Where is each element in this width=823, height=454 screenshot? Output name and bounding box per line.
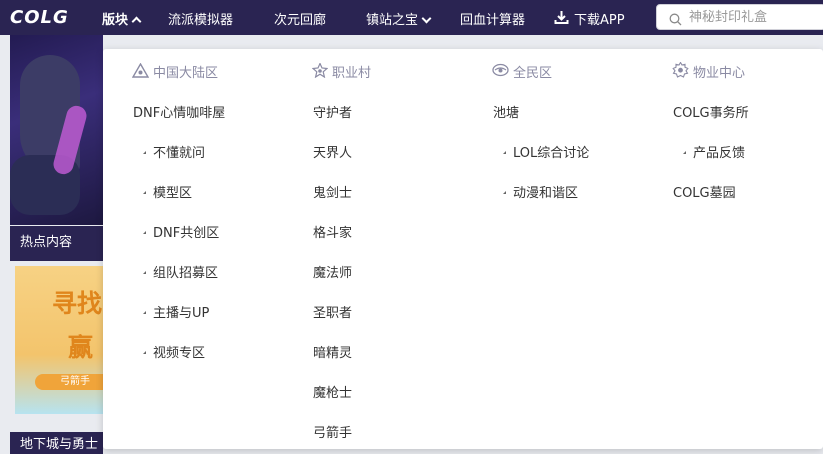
top-navigation-bar: COLG 版块 流派模拟器 次元回廊 镇站之宝 回血计算器 下载APP [0, 0, 823, 35]
menu-item-priest[interactable]: 圣职者 [313, 302, 352, 321]
menu-item-dark-elf[interactable]: 暗精灵 [313, 342, 352, 361]
menu-item-slayer[interactable]: 鬼剑士 [313, 182, 352, 201]
download-icon [554, 10, 569, 28]
chevron-up-icon [131, 16, 142, 27]
promo-text-1: 寻找 [52, 289, 103, 318]
nav-item-liupai[interactable]: 流派模拟器 [168, 9, 233, 28]
menu-item-lol[interactable]: LOL综合讨论 [502, 142, 589, 161]
column-header-public: 全民区 [492, 62, 552, 81]
menu-item-colg-cemetery[interactable]: COLG墓园 [673, 182, 736, 201]
promo-banner[interactable]: 寻找 赢 弓箭手 [15, 266, 103, 414]
menu-item-fighter[interactable]: 格斗家 [313, 222, 352, 241]
nav-label: 流派模拟器 [168, 13, 234, 28]
column-title: 物业中心 [693, 66, 746, 81]
promo-text-2: 赢 [68, 333, 94, 362]
triangle-icon [131, 62, 150, 82]
nav-label: 下载APP [574, 13, 625, 28]
menu-item-model[interactable]: 模型区 [142, 182, 192, 201]
menu-item-video[interactable]: 视频专区 [142, 342, 205, 361]
gear-icon [672, 61, 689, 82]
menu-item-pond[interactable]: 池塘 [493, 102, 519, 121]
hero-banner-image[interactable] [10, 35, 103, 225]
menu-item-mage[interactable]: 魔法师 [313, 262, 352, 281]
menu-item-celestial[interactable]: 天界人 [313, 142, 352, 161]
nav-item-download-app[interactable]: 下载APP [554, 9, 625, 28]
nav-label: 版块 [102, 13, 129, 28]
menu-item-colg-office[interactable]: COLG事务所 [673, 102, 749, 121]
nav-item-bankuai[interactable]: 版块 [102, 9, 142, 28]
menu-item-dnf-cocreate[interactable]: DNF共创区 [142, 222, 219, 241]
menu-item-archer[interactable]: 弓箭手 [313, 422, 352, 441]
nav-label: 回血计算器 [460, 13, 526, 28]
menu-item-anime[interactable]: 动漫和谐区 [502, 182, 578, 201]
star-icon [311, 61, 329, 82]
menu-item-lancer[interactable]: 魔枪士 [313, 382, 352, 401]
chevron-down-icon [421, 13, 432, 24]
column-header-mainland: 中国大陆区 [131, 62, 219, 82]
nav-item-zhenzhan[interactable]: 镇站之宝 [366, 9, 432, 28]
column-header-property: 物业中心 [672, 61, 746, 82]
menu-item-feedback[interactable]: 产品反馈 [682, 142, 745, 161]
section-header: 地下城与勇士 [10, 432, 103, 454]
menu-item-faq[interactable]: 不懂就问 [142, 142, 205, 161]
column-title: 职业村 [332, 66, 372, 81]
column-title: 中国大陆区 [153, 66, 219, 81]
menu-item-team-recruit[interactable]: 组队招募区 [142, 262, 218, 281]
column-title: 全民区 [513, 66, 553, 81]
search-input[interactable] [689, 8, 819, 26]
nav-item-ciyuan[interactable]: 次元回廊 [274, 9, 326, 28]
nav-item-huixue[interactable]: 回血计算器 [460, 9, 525, 28]
colg-logo[interactable]: COLG [10, 7, 69, 28]
menu-item-dnf-cafe[interactable]: DNF心情咖啡屋 [133, 102, 225, 121]
forum-dropdown-menu: 中国大陆区 DNF心情咖啡屋 不懂就问 模型区 DNF共创区 组队招募区 主播与… [103, 49, 823, 449]
column-header-class-village: 职业村 [311, 61, 372, 82]
search-box[interactable] [656, 4, 823, 30]
menu-item-guardian[interactable]: 守护者 [313, 102, 352, 121]
menu-item-streamers[interactable]: 主播与UP [142, 302, 209, 321]
hot-content-header: 热点内容 [10, 226, 103, 261]
nav-label: 次元回廊 [274, 13, 327, 28]
promo-tag: 弓箭手 [35, 374, 103, 390]
search-icon [669, 11, 682, 30]
eye-icon [492, 63, 509, 81]
nav-label: 镇站之宝 [366, 13, 419, 28]
